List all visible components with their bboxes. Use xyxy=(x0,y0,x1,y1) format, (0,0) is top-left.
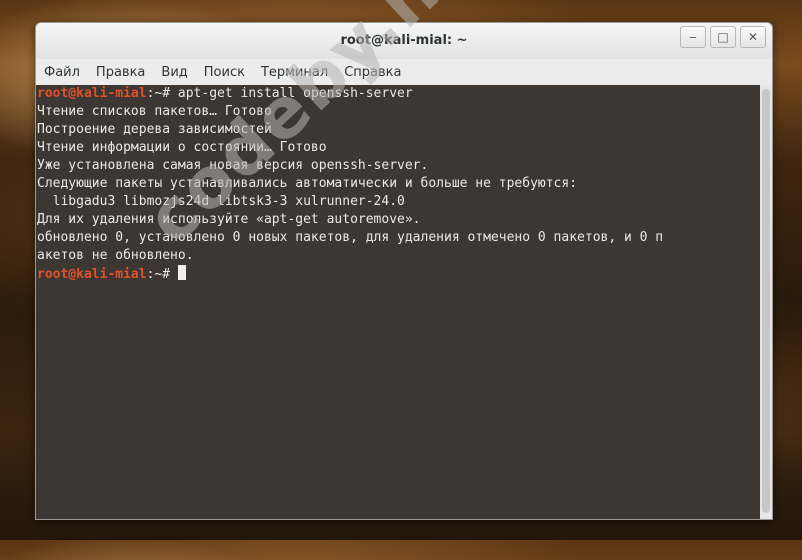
terminal-line: Чтение списков пакетов… Готово xyxy=(37,104,272,119)
scrollbar-thumb[interactable] xyxy=(762,89,770,513)
prompt-user: root@kali-mial xyxy=(37,267,147,282)
prompt-path: :~# xyxy=(146,267,178,282)
menu-edit[interactable]: Правка xyxy=(88,65,153,80)
terminal-line: root@kali-mial:~# apt-get install openss… xyxy=(36,85,760,103)
menu-search[interactable]: Поиск xyxy=(196,65,253,80)
prompt-user: root@kali-mial xyxy=(37,86,147,101)
minimize-button[interactable]: ‒ xyxy=(680,26,706,48)
scrollbar[interactable] xyxy=(760,85,772,519)
menu-view[interactable]: Вид xyxy=(153,65,195,80)
terminal-window[interactable]: root@kali-mial: ~ ‒ □ ✕ Файл Правка Вид … xyxy=(35,22,773,520)
close-button[interactable]: ✕ xyxy=(740,26,766,48)
terminal-line: Построение дерева зависимостей xyxy=(37,122,272,137)
menu-file[interactable]: Файл xyxy=(36,65,88,80)
prompt-path: :~# xyxy=(146,86,178,101)
terminal-line: обновлено 0, установлено 0 новых пакетов… xyxy=(37,230,664,245)
menu-bar: Файл Правка Вид Поиск Терминал Справка xyxy=(36,59,772,85)
terminal-line: Уже установлена самая новая версия opens… xyxy=(37,158,429,173)
maximize-button[interactable]: □ xyxy=(710,26,736,48)
text-cursor xyxy=(177,265,186,280)
terminal-output[interactable]: root@kali-mial:~# apt-get install openss… xyxy=(36,85,760,519)
terminal-line: акетов не обновлено. xyxy=(37,248,194,263)
terminal-line: root@kali-mial:~# xyxy=(36,265,760,283)
terminal-line: Чтение информации о состоянии… Готово xyxy=(37,140,327,155)
